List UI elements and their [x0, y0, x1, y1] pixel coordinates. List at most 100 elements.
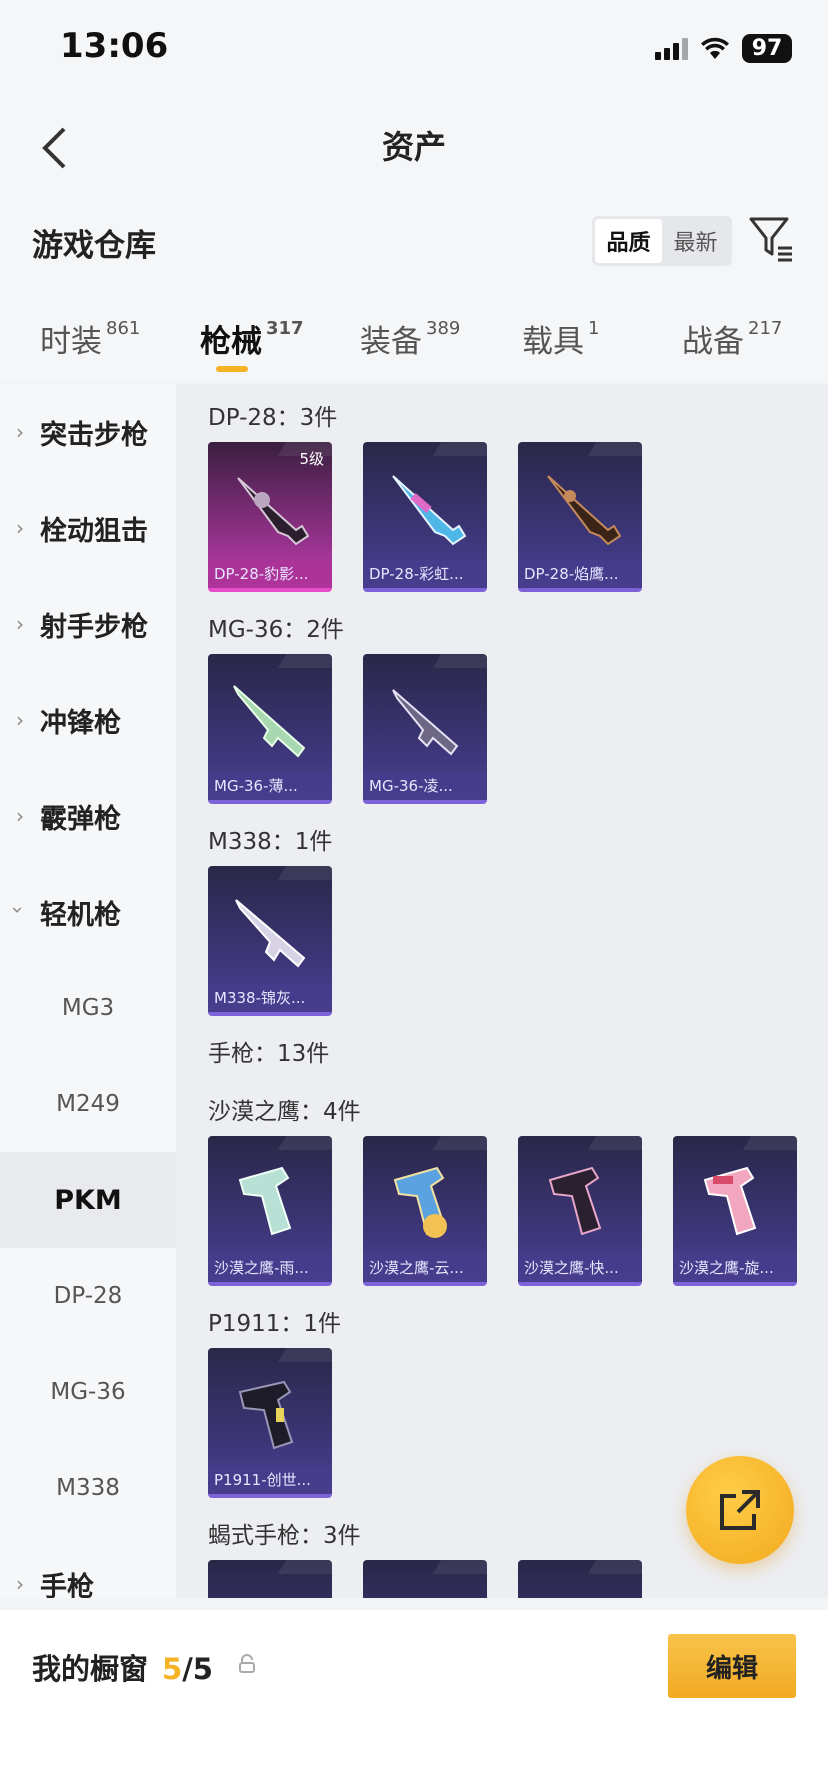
sidebar-item-label: 射手步枪 [40, 611, 148, 643]
status-icons: 97 [655, 34, 792, 63]
showcase-total: 5 [192, 1652, 213, 1686]
card-decoration [432, 1136, 487, 1150]
item-card[interactable]: 沙漠之鹰-云... [363, 1136, 487, 1286]
sort-quality-button[interactable]: 品质 [595, 219, 662, 263]
sidebar-item-lmg[interactable]: › 轻机枪 [0, 864, 176, 960]
sidebar-item-shotgun[interactable]: › 霰弹枪 [0, 768, 176, 864]
wifi-icon [700, 37, 730, 61]
item-card[interactable]: MG-36-薄... [208, 654, 332, 804]
chevron-right-icon: › [16, 804, 24, 828]
filter-button[interactable] [748, 214, 796, 262]
card-decoration [742, 1136, 797, 1150]
signal-icon [655, 37, 688, 60]
group-title: M338：1件 [208, 829, 333, 855]
tab-count: 861 [106, 318, 141, 339]
item-card[interactable]: DP-28-彩虹... [363, 442, 487, 592]
group-title: P1911：1件 [208, 1311, 342, 1337]
card-decoration [277, 866, 332, 880]
rifle-icon [235, 899, 306, 968]
sidebar-item-assault-rifle[interactable]: › 突击步枪 [0, 384, 176, 480]
sidebar-item-marksman-rifle[interactable]: › 射手步枪 [0, 576, 176, 672]
pistol-icon [393, 1166, 447, 1238]
tab-fashion[interactable]: 时装 861 [40, 316, 140, 361]
item-name: 沙漠之鹰-云... [363, 1254, 487, 1282]
tab-vehicles[interactable]: 载具 1 [522, 316, 599, 361]
item-level: 5级 [299, 450, 324, 468]
lmg-icon [392, 475, 467, 546]
item-name: 沙漠之鹰-旋... [673, 1254, 797, 1282]
showcase-label: 我的橱窗 5 / 5 [32, 1646, 213, 1688]
sidebar-subitem-pkm[interactable]: PKM [0, 1152, 176, 1248]
edit-button[interactable]: 编辑 [668, 1634, 796, 1698]
sidebar-subitem-m249[interactable]: M249 [0, 1056, 176, 1152]
active-tab-indicator [216, 366, 248, 372]
sidebar-item-bolt-sniper[interactable]: › 栓动狙击 [0, 480, 176, 576]
tab-guns[interactable]: 枪械 317 [200, 316, 304, 361]
tab-label: 装备 [360, 324, 422, 360]
item-card[interactable]: MG-36-凌... [363, 654, 487, 804]
tab-count: 1 [588, 318, 600, 339]
nav-bar: 资产 [0, 100, 828, 200]
sidebar: › 突击步枪 › 栓动狙击 › 射手步枪 › 冲锋枪 › 霰弹枪 › 轻机枪 MG3 M24… [0, 384, 176, 1598]
sidebar-item-label: 手枪 [40, 1571, 94, 1599]
item-card[interactable]: DP-28-焰鹰... [518, 442, 642, 592]
tab-count: 317 [266, 318, 304, 339]
item-name: MG-36-凌... [363, 772, 487, 800]
pistol-icon [703, 1166, 757, 1236]
chevron-down-icon: › [6, 906, 30, 914]
card-decoration [432, 1560, 487, 1574]
tab-equipment[interactable]: 装备 389 [360, 316, 460, 361]
showcase-bar: 我的橱窗 5 / 5 编辑 [0, 1610, 828, 1792]
category-tabs: 时装 861 枪械 317 装备 389 载具 1 战备 217 [0, 300, 828, 380]
card-decoration [587, 1560, 642, 1574]
filter-icon [749, 217, 792, 262]
item-card[interactable]: 沙漠之鹰-旋... [673, 1136, 797, 1286]
warehouse-title: 游戏仓库 [32, 228, 156, 264]
warehouse-header: 游戏仓库 品质 最新 [0, 200, 828, 300]
pistol-icon [548, 1166, 602, 1236]
sort-toggle: 品质 最新 [592, 216, 732, 266]
sort-newest-button[interactable]: 最新 [662, 219, 729, 263]
item-card[interactable]: 沙漠之鹰-快... [518, 1136, 642, 1286]
tab-label: 时装 [40, 324, 102, 360]
card-decoration [432, 654, 487, 668]
rifle-icon [233, 685, 306, 758]
item-card[interactable]: 5级 DP-28-豹影... [208, 442, 332, 592]
tab-label: 枪械 [200, 324, 262, 360]
sidebar-item-smg[interactable]: › 冲锋枪 [0, 672, 176, 768]
item-name: 沙漠之鹰-雨... [208, 1254, 332, 1282]
sidebar-item-label: 冲锋枪 [40, 707, 121, 739]
item-card[interactable]: M338-锦灰... [208, 866, 332, 1016]
card-decoration [432, 442, 487, 456]
sidebar-subitem-m338[interactable]: M338 [0, 1440, 176, 1536]
item-card[interactable] [208, 1560, 332, 1598]
sidebar-item-label: 突击步枪 [40, 419, 148, 451]
item-card[interactable] [363, 1560, 487, 1598]
item-card[interactable]: 沙漠之鹰-雨... [208, 1136, 332, 1286]
sidebar-item-pistol[interactable]: › 手枪 [0, 1536, 176, 1599]
showcase-current: 5 [162, 1652, 183, 1686]
showcase-separator: / [182, 1652, 193, 1686]
tab-supplies[interactable]: 战备 217 [682, 316, 782, 361]
item-name: 沙漠之鹰-快... [518, 1254, 642, 1282]
sidebar-item-label: 栓动狙击 [40, 515, 148, 547]
category-title: 手枪：13件 [208, 1041, 330, 1067]
chevron-right-icon: › [16, 1572, 24, 1596]
lmg-icon [547, 475, 622, 546]
item-card[interactable]: P1911-创世... [208, 1348, 332, 1498]
sidebar-subitem-dp28[interactable]: DP-28 [0, 1248, 176, 1344]
pistol-icon [238, 1380, 294, 1450]
page-title: 资产 [381, 128, 446, 166]
group-title: DP-28：3件 [208, 405, 338, 431]
sidebar-subitem-mg3[interactable]: MG3 [0, 960, 176, 1056]
status-time: 13:06 [60, 26, 169, 66]
chevron-right-icon: › [16, 708, 24, 732]
share-button[interactable] [686, 1456, 794, 1564]
sidebar-item-label: 霰弹枪 [40, 803, 121, 835]
card-decoration [277, 1348, 332, 1362]
showcase-title: 我的橱窗 [32, 1652, 149, 1686]
chevron-right-icon: › [16, 516, 24, 540]
chevron-right-icon: › [16, 612, 24, 636]
sidebar-subitem-mg36[interactable]: MG-36 [0, 1344, 176, 1440]
item-card[interactable] [518, 1560, 642, 1598]
